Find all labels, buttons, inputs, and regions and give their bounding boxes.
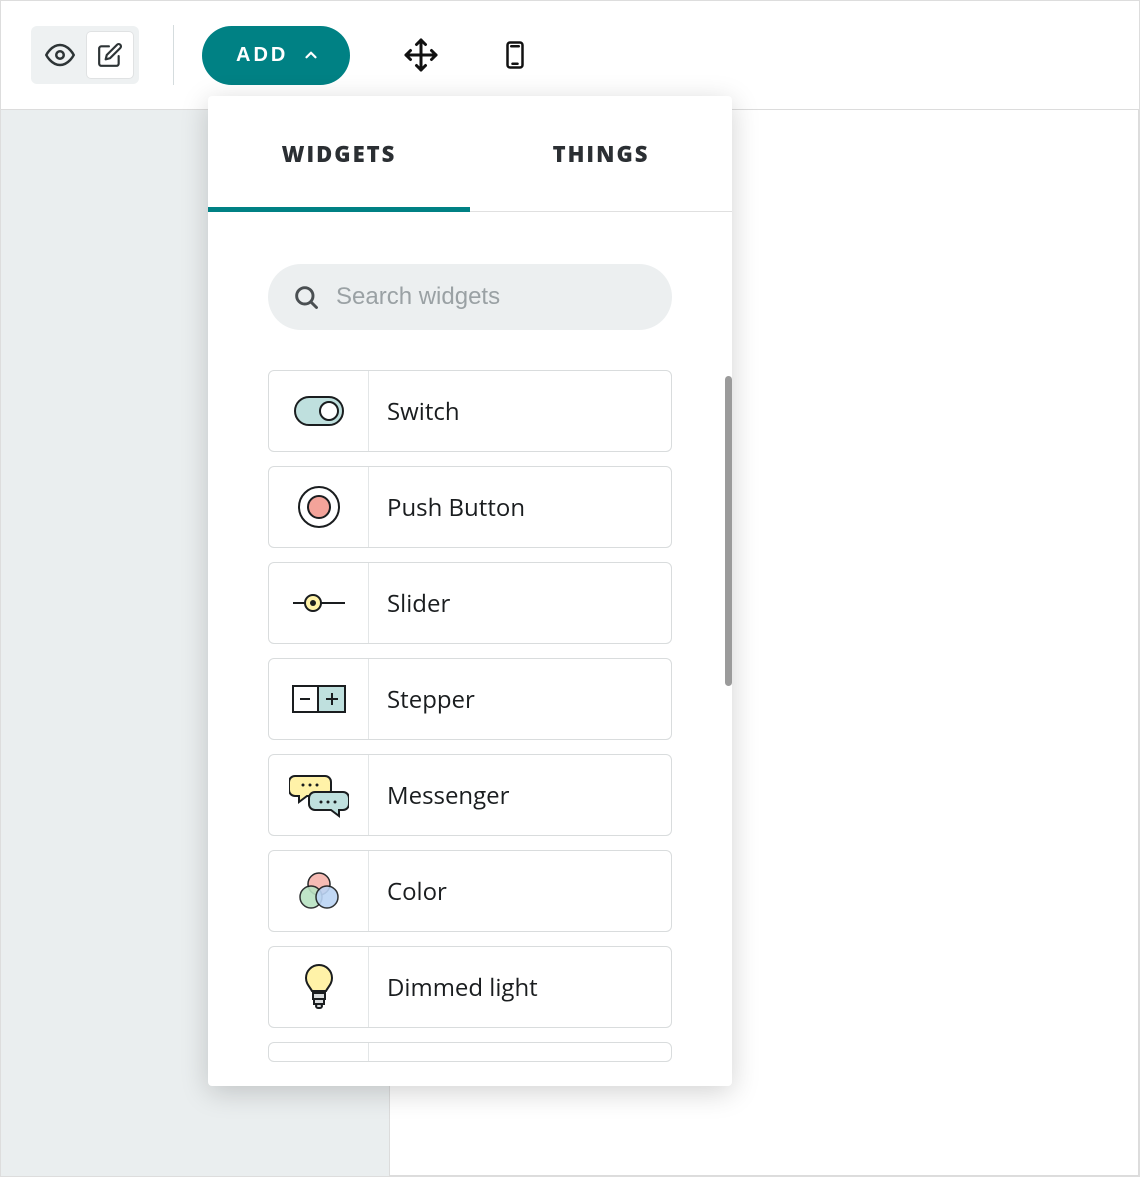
chevron-up-icon xyxy=(302,46,320,64)
toolbar: ADD xyxy=(1,1,1139,109)
add-button[interactable]: ADD xyxy=(202,26,350,85)
add-button-label: ADD xyxy=(236,44,288,67)
widget-item-more[interactable] xyxy=(268,1042,672,1062)
widget-item-label: Color xyxy=(369,875,447,908)
tab-widgets[interactable]: WIDGETS xyxy=(208,96,470,211)
push-button-icon xyxy=(269,467,369,547)
messenger-icon xyxy=(269,755,369,835)
widget-item-label: Stepper xyxy=(369,683,475,716)
move-icon xyxy=(403,37,439,73)
color-icon xyxy=(269,851,369,931)
widget-item-label: Switch xyxy=(369,395,460,428)
more-icon xyxy=(269,1043,369,1061)
widget-item-slider[interactable]: Slider xyxy=(268,562,672,644)
search-field[interactable] xyxy=(268,264,672,330)
lightbulb-icon xyxy=(269,947,369,1027)
widget-list[interactable]: Switch Push Button Slider Stepper xyxy=(208,370,732,1086)
scrollbar-thumb[interactable] xyxy=(725,376,732,686)
toolbar-divider xyxy=(173,25,174,85)
widget-item-messenger[interactable]: Messenger xyxy=(268,754,672,836)
widget-item-label: Slider xyxy=(369,587,450,620)
widget-item-push-button[interactable]: Push Button xyxy=(268,466,672,548)
stepper-icon xyxy=(269,659,369,739)
view-edit-toggle xyxy=(31,26,139,84)
tab-label: WIDGETS xyxy=(282,139,397,169)
widget-item-color[interactable]: Color xyxy=(268,850,672,932)
arrange-button[interactable] xyxy=(398,32,444,78)
pencil-icon xyxy=(97,42,123,68)
widget-item-switch[interactable]: Switch xyxy=(268,370,672,452)
smartphone-icon xyxy=(500,38,530,72)
slider-icon xyxy=(269,563,369,643)
mobile-preview-button[interactable] xyxy=(492,32,538,78)
dropdown-tabs: WIDGETS THINGS xyxy=(208,96,732,212)
eye-icon xyxy=(45,40,75,70)
widget-item-stepper[interactable]: Stepper xyxy=(268,658,672,740)
search-container xyxy=(208,212,732,370)
widget-item-dimmed-light[interactable]: Dimmed light xyxy=(268,946,672,1028)
tab-things[interactable]: THINGS xyxy=(470,96,732,211)
add-dropdown: WIDGETS THINGS Switch xyxy=(208,96,732,1086)
switch-icon xyxy=(269,371,369,451)
search-icon xyxy=(292,283,320,311)
tab-label: THINGS xyxy=(553,139,650,169)
view-mode-button[interactable] xyxy=(37,32,83,78)
search-input[interactable] xyxy=(336,283,648,311)
widget-item-label: Push Button xyxy=(369,491,525,524)
widget-item-label: Dimmed light xyxy=(369,971,538,1004)
edit-mode-button[interactable] xyxy=(87,32,133,78)
widget-item-label: Messenger xyxy=(369,779,509,812)
